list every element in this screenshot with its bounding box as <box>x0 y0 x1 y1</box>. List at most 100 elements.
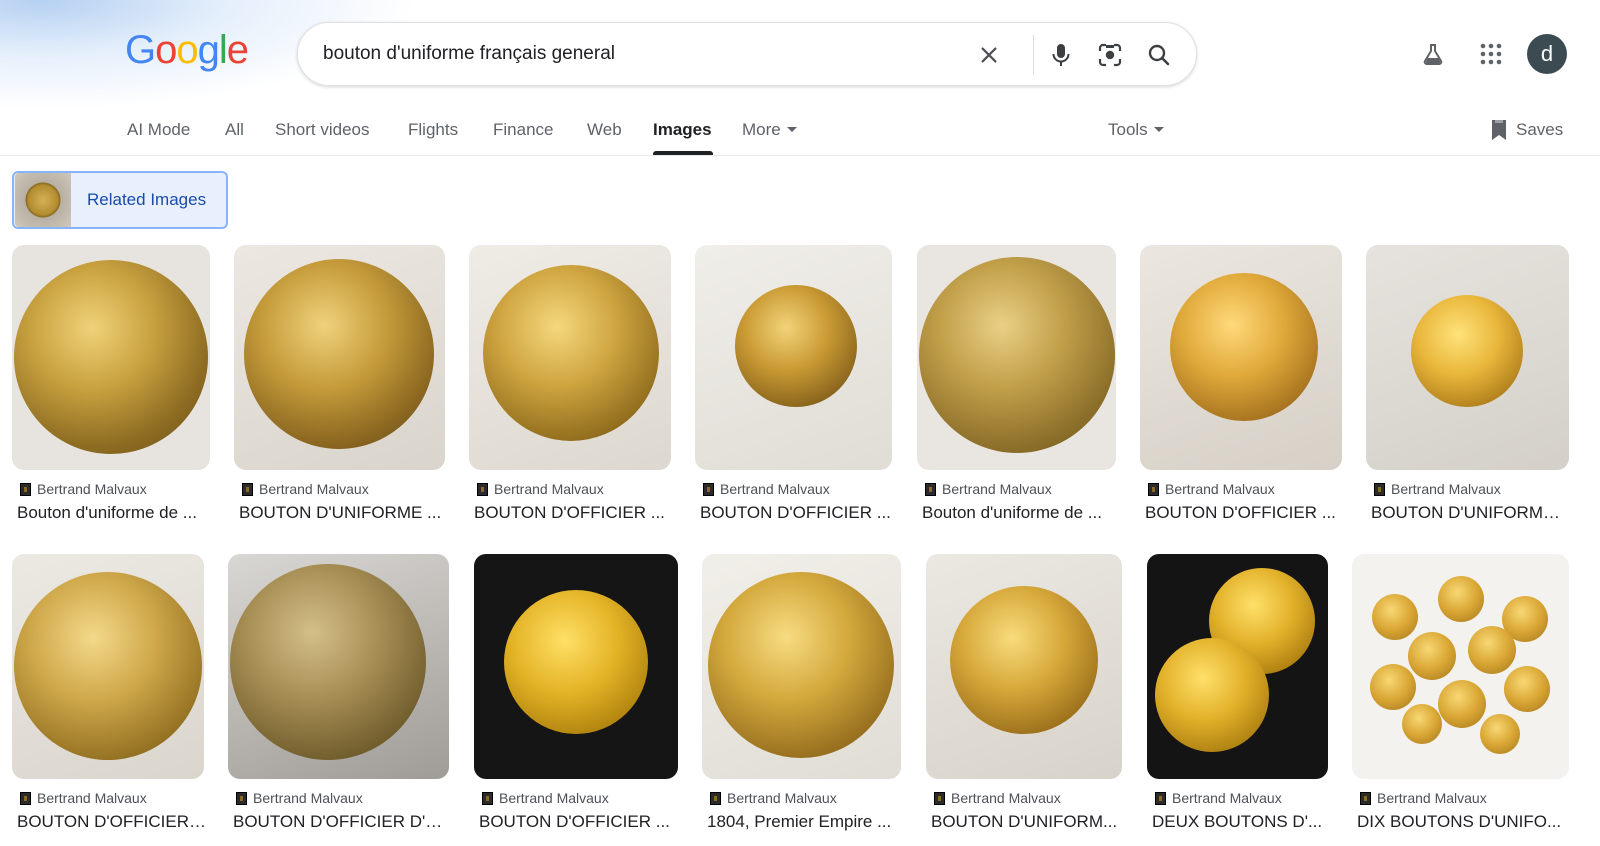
result-source[interactable]: Bertrand Malvaux <box>482 790 609 806</box>
result-image[interactable] <box>1140 245 1342 470</box>
logo-letter-o2: o <box>176 28 198 72</box>
result-source[interactable]: Bertrand Malvaux <box>242 481 369 497</box>
result-image[interactable] <box>12 554 204 779</box>
tab-finance[interactable]: Finance <box>493 120 553 140</box>
logo-letter-g: G <box>125 28 156 72</box>
logo-letter-g2: g <box>197 28 220 72</box>
tab-images[interactable]: Images <box>653 120 712 140</box>
result-title[interactable]: BOUTON D'UNIFORME ... <box>239 503 444 523</box>
result-title[interactable]: BOUTON D'OFFICIER ... <box>479 812 677 832</box>
result-source-name: Bertrand Malvaux <box>942 481 1052 497</box>
result-source-name: Bertrand Malvaux <box>37 790 147 806</box>
result-title[interactable]: BOUTON D'OFFICIER ... <box>1145 503 1341 523</box>
result-title[interactable]: BOUTON D'UNIFORME... <box>1371 503 1565 523</box>
result-title[interactable]: BOUTON D'OFFICIER ... <box>700 503 892 523</box>
search-box <box>297 22 1197 86</box>
saves-button[interactable]: Saves <box>1490 119 1563 141</box>
result-image[interactable] <box>228 554 449 779</box>
logo-letter-l: l <box>218 28 228 72</box>
result-source[interactable]: Bertrand Malvaux <box>1148 481 1275 497</box>
result-source[interactable]: Bertrand Malvaux <box>236 790 363 806</box>
search-icon[interactable] <box>1143 39 1175 71</box>
result-title[interactable]: BOUTON D'OFFICIER ... <box>17 812 207 832</box>
site-favicon <box>236 791 247 805</box>
site-favicon <box>1374 482 1385 496</box>
site-favicon <box>710 791 721 805</box>
flask-icon[interactable] <box>1413 34 1453 74</box>
tab-short-videos[interactable]: Short videos <box>275 120 370 140</box>
result-image[interactable] <box>695 245 892 470</box>
result-source[interactable]: Bertrand Malvaux <box>934 790 1061 806</box>
result-image[interactable] <box>926 554 1122 779</box>
tab-ai-mode[interactable]: AI Mode <box>127 120 190 140</box>
site-favicon <box>1360 791 1371 805</box>
result-title[interactable]: 1804, Premier Empire ... <box>707 812 901 832</box>
site-favicon <box>703 482 714 496</box>
tab-more[interactable]: More <box>742 120 797 140</box>
site-favicon <box>1155 791 1166 805</box>
result-source[interactable]: Bertrand Malvaux <box>925 481 1052 497</box>
result-source[interactable]: Bertrand Malvaux <box>20 481 147 497</box>
close-icon[interactable] <box>973 39 1005 71</box>
result-source-name: Bertrand Malvaux <box>253 790 363 806</box>
header: Google d <box>0 0 1600 110</box>
result-title[interactable]: DIX BOUTONS D'UNIFO... <box>1357 812 1567 832</box>
avatar[interactable]: d <box>1527 34 1567 74</box>
result-source[interactable]: Bertrand Malvaux <box>477 481 604 497</box>
site-favicon <box>482 791 493 805</box>
active-tab-indicator <box>653 151 713 155</box>
site-favicon <box>477 482 488 496</box>
result-title[interactable]: DEUX BOUTONS D'... <box>1152 812 1330 832</box>
tab-flights[interactable]: Flights <box>408 120 458 140</box>
google-logo[interactable]: Google <box>125 28 249 76</box>
tab-web[interactable]: Web <box>587 120 622 140</box>
related-images-chip[interactable]: Related Images <box>12 171 228 229</box>
result-image[interactable] <box>702 554 901 779</box>
result-source[interactable]: Bertrand Malvaux <box>1374 481 1501 497</box>
site-favicon <box>1148 482 1159 496</box>
tools-button[interactable]: Tools <box>1108 120 1164 140</box>
site-favicon <box>934 791 945 805</box>
caret-down-icon <box>786 127 797 132</box>
search-tabs: AI Mode All Short videos Flights Finance… <box>0 110 1600 156</box>
result-title[interactable]: BOUTON D'OFFICIER D'A... <box>233 812 448 832</box>
apps-grid-icon[interactable] <box>1471 34 1511 74</box>
result-source-name: Bertrand Malvaux <box>951 790 1061 806</box>
logo-letter-o1: o <box>155 28 177 72</box>
result-image[interactable] <box>1366 245 1569 470</box>
result-image[interactable] <box>234 245 445 470</box>
result-image[interactable] <box>1352 554 1569 779</box>
result-image[interactable] <box>474 554 678 779</box>
avatar-initial: d <box>1540 41 1554 66</box>
result-source-name: Bertrand Malvaux <box>37 481 147 497</box>
result-source-name: Bertrand Malvaux <box>727 790 837 806</box>
result-source[interactable]: Bertrand Malvaux <box>703 481 830 497</box>
camera-lens-icon[interactable] <box>1094 39 1126 71</box>
result-image[interactable] <box>12 245 210 470</box>
result-source-name: Bertrand Malvaux <box>499 790 609 806</box>
result-title[interactable]: Bouton d'uniforme de ... <box>17 503 215 523</box>
result-source[interactable]: Bertrand Malvaux <box>1360 790 1487 806</box>
site-favicon <box>925 482 936 496</box>
result-title[interactable]: Bouton d'uniforme de ... <box>922 503 1116 523</box>
result-source[interactable]: Bertrand Malvaux <box>20 790 147 806</box>
microphone-icon[interactable] <box>1045 39 1077 71</box>
result-source-name: Bertrand Malvaux <box>259 481 369 497</box>
result-source-name: Bertrand Malvaux <box>1172 790 1282 806</box>
result-source[interactable]: Bertrand Malvaux <box>1155 790 1282 806</box>
bookmark-icon <box>1492 120 1506 140</box>
site-favicon <box>242 482 253 496</box>
tab-more-label: More <box>742 120 781 139</box>
result-title[interactable]: BOUTON D'OFFICIER ... <box>474 503 670 523</box>
related-images-thumbnail <box>15 173 71 227</box>
search-input[interactable] <box>323 37 953 71</box>
result-title[interactable]: BOUTON D'UNIFORM... <box>931 812 1121 832</box>
result-source[interactable]: Bertrand Malvaux <box>710 790 837 806</box>
result-image[interactable] <box>1147 554 1328 779</box>
result-source-name: Bertrand Malvaux <box>494 481 604 497</box>
result-source-name: Bertrand Malvaux <box>1165 481 1275 497</box>
saves-label: Saves <box>1516 120 1564 139</box>
tab-all[interactable]: All <box>225 120 244 140</box>
result-image[interactable] <box>917 245 1116 470</box>
result-image[interactable] <box>469 245 671 470</box>
